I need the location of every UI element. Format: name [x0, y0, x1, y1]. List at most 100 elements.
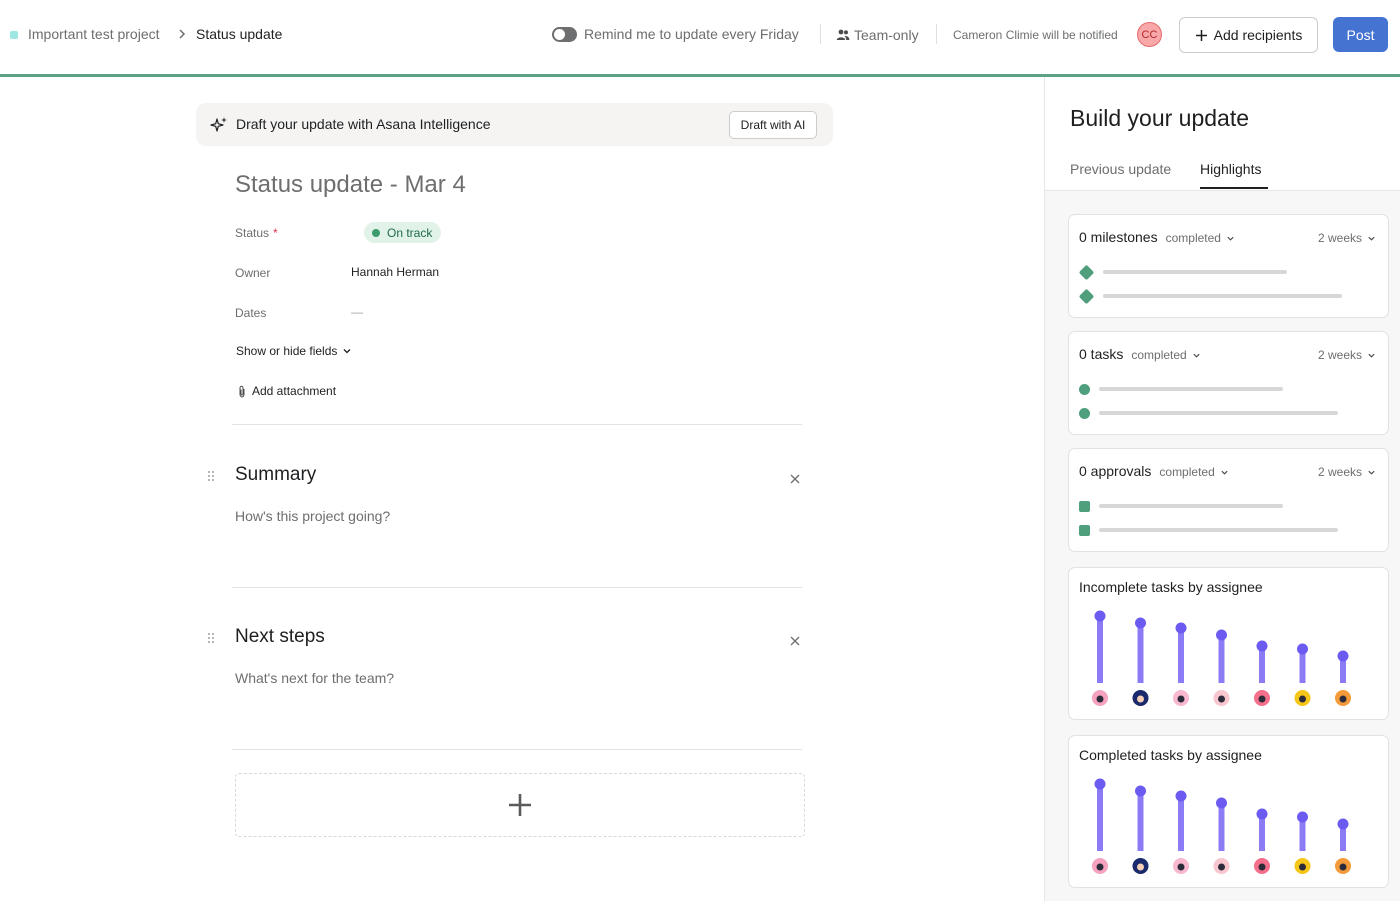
chart-bar [1259, 814, 1265, 851]
tasks-filter-dropdown[interactable]: completed [1131, 348, 1200, 362]
project-color-icon [10, 31, 18, 39]
show-hide-fields-button[interactable]: Show or hide fields [236, 344, 352, 358]
ai-banner: Draft your update with Asana Intelligenc… [196, 103, 833, 146]
milestones-count: 0 milestones [1079, 229, 1158, 245]
tasks-count: 0 tasks [1079, 346, 1124, 362]
remind-label: Remind me to update every Friday [584, 26, 799, 42]
update-title-input[interactable]: Status update - Mar 4 [235, 171, 466, 199]
chart-bar-dot [1297, 643, 1308, 655]
owner-field[interactable]: Hannah Herman [351, 265, 439, 279]
task-dot-icon [1079, 408, 1090, 419]
chevron-down-icon [343, 349, 351, 354]
placeholder-line [1103, 270, 1287, 274]
toggle-knob [554, 29, 565, 40]
avatar-face-icon [1177, 695, 1185, 703]
approvals-count: 0 approvals [1079, 463, 1152, 479]
breadcrumb-current: Status update [196, 26, 283, 42]
summary-input[interactable]: How's this project going? [235, 508, 390, 524]
visibility-label: Team-only [854, 27, 919, 43]
tasks-card[interactable]: 0 tasks completed 2 weeks [1068, 331, 1389, 435]
chart-bar-dot [1216, 629, 1227, 641]
approvals-range-dropdown[interactable]: 2 weeks [1318, 465, 1376, 479]
avatar-face-icon [1218, 863, 1225, 871]
chevron-down-icon [1368, 353, 1375, 358]
add-recipients-button[interactable]: Add recipients [1179, 17, 1318, 53]
draft-with-ai-button[interactable]: Draft with AI [729, 111, 817, 139]
add-attachment-button[interactable]: Add attachment [237, 384, 336, 398]
chart-bar-dot [1256, 640, 1268, 652]
completed-tasks-chart-card[interactable]: Completed tasks by assignee [1068, 735, 1389, 888]
remind-toggle[interactable] [552, 27, 577, 42]
avatar[interactable]: CC [1137, 22, 1162, 47]
owner-label: Owner [235, 266, 271, 280]
panel-title: Build your update [1070, 105, 1250, 131]
chart-bar [1178, 796, 1184, 851]
approvals-filter-dropdown[interactable]: completed [1159, 465, 1228, 479]
post-button[interactable]: Post [1333, 17, 1388, 52]
chevron-down-icon [1193, 353, 1200, 358]
sparkle-icon [210, 117, 227, 132]
next-steps-input[interactable]: What's next for the team? [235, 670, 394, 686]
chart-bar-dot [1135, 617, 1146, 629]
next-steps-section-title: Next steps [235, 626, 325, 647]
drag-handle-icon[interactable] [207, 632, 215, 644]
placeholder-line [1099, 387, 1283, 391]
chart-bar-dot [1256, 808, 1268, 820]
placeholder-line [1099, 504, 1283, 508]
team-icon [836, 29, 850, 40]
chart-bar [1178, 628, 1184, 683]
close-icon[interactable] [788, 634, 802, 648]
drag-handle-icon[interactable] [207, 470, 215, 482]
divider [232, 749, 802, 750]
separator [936, 24, 937, 44]
approval-square-icon [1079, 501, 1090, 512]
milestones-range-dropdown[interactable]: 2 weeks [1318, 231, 1376, 245]
chart-bar-dot [1094, 778, 1106, 790]
chart-bar-dot [1175, 622, 1187, 634]
avatar-face-icon [1258, 863, 1266, 871]
avatar-face-icon [1339, 863, 1347, 871]
status-value: On track [387, 225, 433, 240]
tab-highlights[interactable]: Highlights [1200, 161, 1261, 177]
milestone-diamond-icon [1078, 264, 1095, 281]
milestones-card[interactable]: 0 milestones completed 2 weeks [1068, 214, 1389, 318]
chart-bar [1218, 635, 1225, 683]
visibility-button[interactable]: Team-only [836, 24, 919, 46]
avatar-face-icon [1177, 863, 1185, 871]
add-section-button[interactable] [235, 773, 805, 837]
task-dot-icon [1079, 384, 1090, 395]
divider [232, 587, 802, 588]
chart-bar [1218, 803, 1225, 851]
paperclip-icon [239, 385, 245, 398]
tab-previous-update[interactable]: Previous update [1070, 161, 1171, 177]
milestones-filter-dropdown[interactable]: completed [1166, 231, 1235, 245]
avatar-face-icon [1299, 695, 1306, 703]
chart-bar [1259, 646, 1265, 683]
approvals-card[interactable]: 0 approvals completed 2 weeks [1068, 448, 1389, 552]
placeholder-line [1099, 411, 1338, 415]
summary-section-title: Summary [235, 464, 317, 485]
add-attachment-label: Add attachment [252, 384, 337, 398]
status-select[interactable]: On track [364, 222, 442, 243]
chart-bar [1097, 616, 1103, 683]
avatar-face-icon [1218, 695, 1225, 703]
chart-bar [1137, 623, 1144, 683]
chart-bar-dot [1297, 811, 1308, 823]
ai-banner-text: Draft your update with Asana Intelligenc… [236, 116, 491, 132]
status-label: Status * [235, 226, 278, 240]
chart-bar-dot [1337, 818, 1349, 830]
tasks-range-dropdown[interactable]: 2 weeks [1318, 348, 1376, 362]
chart-bar-dot [1135, 785, 1146, 797]
incomplete-tasks-chart-card[interactable]: Incomplete tasks by assignee [1068, 567, 1389, 720]
divider [232, 424, 802, 425]
breadcrumb-project-link[interactable]: Important test project [28, 26, 160, 42]
close-icon[interactable] [788, 472, 802, 486]
avatar-face-icon [1258, 695, 1266, 703]
avatar-face-icon [1096, 695, 1104, 703]
plus-icon [1195, 29, 1207, 41]
avatar-face-icon [1137, 863, 1144, 871]
approval-square-icon [1079, 525, 1090, 536]
placeholder-line [1099, 528, 1338, 532]
dates-field[interactable]: — [351, 305, 363, 319]
chevron-down-icon [1227, 236, 1234, 241]
